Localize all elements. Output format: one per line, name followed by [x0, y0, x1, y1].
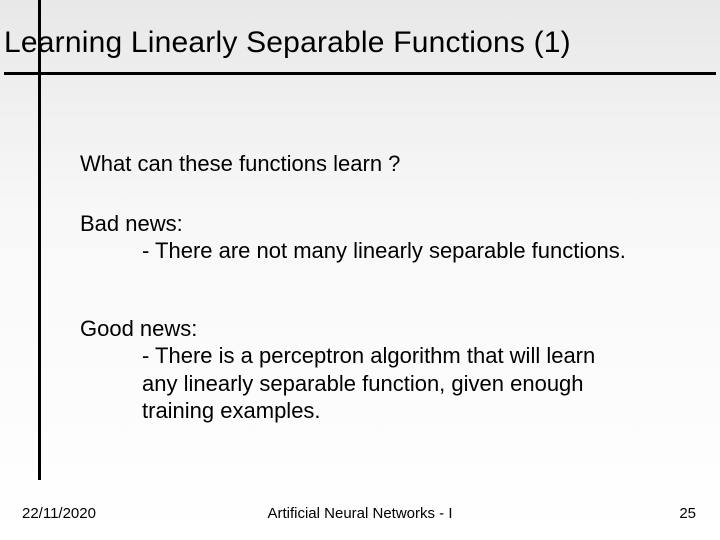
footer-title: Artificial Neural Networks - I [0, 505, 720, 522]
bad-news-line: - There are not many linearly separable … [80, 237, 700, 265]
slide-body: What can these functions learn ? Bad new… [80, 150, 700, 425]
question-text: What can these functions learn ? [80, 150, 700, 178]
slide-title: Learning Linearly Separable Functions (1… [4, 26, 571, 60]
bad-news-heading: Bad news: [80, 210, 700, 238]
good-news-line-3: training examples. [80, 397, 700, 425]
good-news-block: Good news: - There is a perceptron algor… [80, 315, 700, 425]
footer-page-number: 25 [679, 505, 696, 522]
good-news-line-1: - There is a perceptron algorithm that w… [80, 342, 700, 370]
slide: Learning Linearly Separable Functions (1… [0, 0, 720, 540]
bad-news-block: Bad news: - There are not many linearly … [80, 210, 700, 265]
horizontal-rule [4, 72, 716, 75]
good-news-line-2: any linearly separable function, given e… [80, 370, 700, 398]
good-news-heading: Good news: [80, 315, 700, 343]
